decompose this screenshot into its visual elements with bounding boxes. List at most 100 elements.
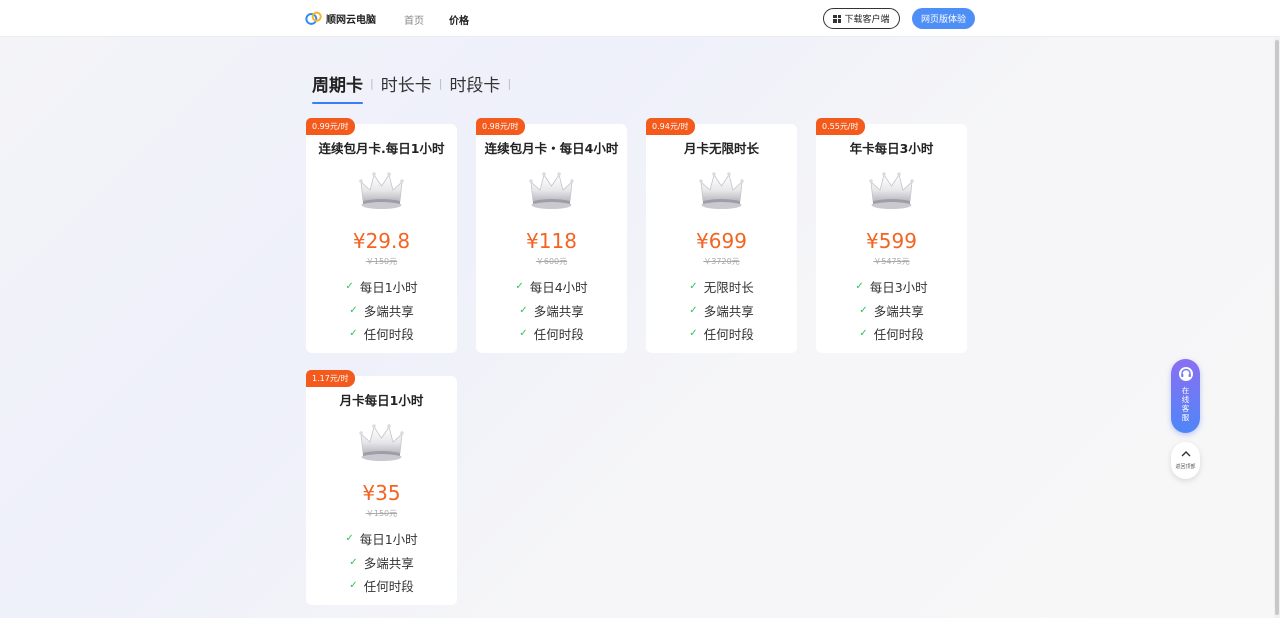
plan-card[interactable]: 0.94元/时 月卡无限时长 ¥699 ￥3720元 ✓ 无限时长 ✓ 多端共享 ✓ 任何… <box>646 118 797 353</box>
check-icon: ✓ <box>349 556 358 568</box>
crown-icon <box>359 172 404 209</box>
hourly-rate-badge: 0.99元/时 <box>306 118 355 135</box>
plan-card[interactable]: 0.98元/时 连续包月卡・每日4小时 ¥118 ￥600元 ✓ 每日4小时 ✓ 多端… <box>476 118 627 353</box>
feature-list: ✓ 每日1小时 ✓ 多端共享 ✓ 任何时段 <box>306 275 457 346</box>
check-icon: ✓ <box>349 580 358 592</box>
plan-title: 年卡每日3小时 <box>849 141 934 156</box>
crown-icon <box>869 172 914 209</box>
feature-list: ✓ 每日1小时 ✓ 多端共享 ✓ 任何时段 <box>306 527 457 598</box>
feature-item: ✓ 任何时段 <box>476 322 627 346</box>
original-price: ￥5475元 <box>873 257 910 266</box>
download-client-label: 下载客户端 <box>844 15 890 25</box>
feature-item: ✓ 无限时长 <box>646 275 797 299</box>
check-icon: ✓ <box>855 281 864 293</box>
original-price: ￥3720元 <box>703 257 740 266</box>
feature-label: 任何时段 <box>533 327 584 343</box>
hourly-rate-badge: 0.55元/时 <box>816 118 865 135</box>
crown-icon <box>699 172 744 209</box>
plan-card[interactable]: 0.99元/时 连续包月卡.每日1小时 ¥29.8 ￥150元 ✓ 每日1小时 ✓ 多… <box>306 118 457 353</box>
feature-item: ✓ 任何时段 <box>306 574 457 598</box>
check-icon: ✓ <box>689 304 698 316</box>
feature-label: 多端共享 <box>533 303 584 319</box>
nav-home[interactable]: 首页 <box>404 12 424 27</box>
hourly-rate-badge: 0.94元/时 <box>646 118 695 135</box>
original-price: ￥150元 <box>365 257 398 266</box>
feature-item: ✓ 任何时段 <box>306 322 457 346</box>
feature-label: 每日4小时 <box>529 280 588 296</box>
check-icon: ✓ <box>859 328 868 340</box>
check-icon: ✓ <box>519 328 528 340</box>
tab-timeslot-card[interactable]: 时段卡 <box>449 71 500 96</box>
plan-card[interactable]: 0.55元/时 年卡每日3小时 ¥599 ￥5475元 ✓ 每日3小时 ✓ 多端共享 ✓… <box>816 118 967 353</box>
feature-list: ✓ 每日3小时 ✓ 多端共享 ✓ 任何时段 <box>816 275 967 346</box>
check-icon: ✓ <box>345 533 354 545</box>
scrollbar[interactable] <box>1274 38 1280 618</box>
crown-icon <box>359 424 404 461</box>
plan-title: 连续包月卡・每日4小时 <box>484 141 619 156</box>
crown-icon <box>529 172 574 209</box>
web-version-button[interactable]: 网页版体验 <box>912 8 975 29</box>
feature-label: 多端共享 <box>873 303 924 319</box>
plan-title: 月卡无限时长 <box>683 141 759 156</box>
cloud-logo-icon <box>305 11 322 25</box>
check-icon: ✓ <box>515 281 524 293</box>
feature-item: ✓ 多端共享 <box>306 299 457 323</box>
feature-item: ✓ 多端共享 <box>476 299 627 323</box>
back-to-top-button[interactable]: 返回顶部 <box>1171 442 1200 479</box>
chevron-up-icon <box>1181 451 1190 457</box>
windows-icon <box>833 14 842 23</box>
feature-item: ✓ 多端共享 <box>306 551 457 575</box>
plan-price: ¥35 <box>362 481 401 505</box>
feature-label: 每日1小时 <box>359 532 418 548</box>
plan-title: 连续包月卡.每日1小时 <box>318 141 445 156</box>
back-to-top-label: 返回顶部 <box>1175 464 1196 470</box>
check-icon: ✓ <box>689 328 698 340</box>
download-client-button[interactable]: 下载客户端 <box>823 8 900 29</box>
plan-price: ¥118 <box>526 229 577 253</box>
check-icon: ✓ <box>349 304 358 316</box>
tab-divider: | <box>370 77 374 90</box>
plan-price: ¥599 <box>866 229 917 253</box>
original-price: ￥150元 <box>365 509 398 518</box>
plan-title: 月卡每日1小时 <box>339 393 424 408</box>
feature-label: 多端共享 <box>363 303 414 319</box>
feature-item: ✓ 每日1小时 <box>306 275 457 299</box>
plan-price: ¥29.8 <box>352 229 411 253</box>
brand[interactable]: 顺网云电脑 <box>305 9 376 27</box>
feature-label: 任何时段 <box>363 579 414 595</box>
feature-item: ✓ 每日3小时 <box>816 275 967 299</box>
feature-list: ✓ 每日4小时 ✓ 多端共享 ✓ 任何时段 <box>476 275 627 346</box>
feature-label: 任何时段 <box>363 327 414 343</box>
feature-list: ✓ 无限时长 ✓ 多端共享 ✓ 任何时段 <box>646 275 797 346</box>
feature-label: 每日1小时 <box>359 280 418 296</box>
top-nav-bar: 顺网云电脑 首页 价格 下载客户端 网页版体验 <box>0 0 1280 37</box>
feature-item: ✓ 每日1小时 <box>306 527 457 551</box>
scrollbar-thumb[interactable] <box>1275 40 1279 615</box>
feature-label: 任何时段 <box>703 327 754 343</box>
nav-pricing[interactable]: 价格 <box>449 12 469 27</box>
plan-card[interactable]: 1.17元/时 月卡每日1小时 ¥35 ￥150元 ✓ 每日1小时 ✓ 多端共享 ✓ 任何… <box>306 370 457 605</box>
tab-divider: | <box>507 77 512 90</box>
check-icon: ✓ <box>859 304 868 316</box>
feature-item: ✓ 任何时段 <box>646 322 797 346</box>
check-icon: ✓ <box>689 281 698 293</box>
hourly-rate-badge: 0.98元/时 <box>476 118 525 135</box>
hourly-rate-badge: 1.17元/时 <box>306 370 355 387</box>
card-type-tabs: 周期卡 | 时长卡 | 时段卡 | <box>312 71 518 104</box>
feature-label: 每日3小时 <box>869 280 928 296</box>
feature-item: ✓ 多端共享 <box>646 299 797 323</box>
tab-divider: | <box>438 77 443 90</box>
check-icon: ✓ <box>519 304 528 316</box>
check-icon: ✓ <box>345 281 354 293</box>
feature-item: ✓ 每日4小时 <box>476 275 627 299</box>
headset-icon <box>1178 367 1193 381</box>
plan-price: ¥699 <box>696 229 747 253</box>
feature-label: 多端共享 <box>363 555 414 571</box>
tab-duration-card[interactable]: 时长卡 <box>381 71 432 96</box>
feature-label: 多端共享 <box>703 303 754 319</box>
check-icon: ✓ <box>349 328 358 340</box>
tab-period-card[interactable]: 周期卡 <box>312 71 363 104</box>
original-price: ￥600元 <box>535 257 568 266</box>
feature-item: ✓ 多端共享 <box>816 299 967 323</box>
online-service-button[interactable]: 在线客服 <box>1171 359 1200 433</box>
